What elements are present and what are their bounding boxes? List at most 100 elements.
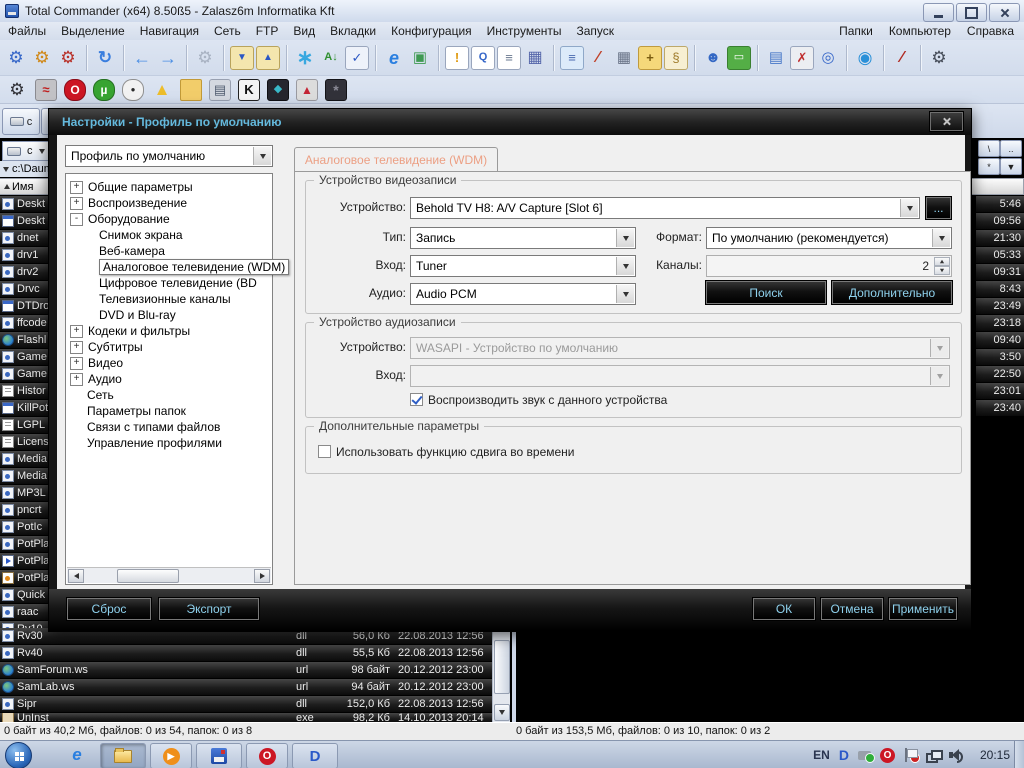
cd-burn-icon[interactable]: ◉ bbox=[853, 46, 877, 70]
file-row[interactable]: Flashl bbox=[0, 332, 48, 349]
spinner-up-arrow[interactable] bbox=[934, 257, 950, 266]
tree-item[interactable]: +Общие параметры bbox=[66, 179, 272, 195]
network-icon[interactable] bbox=[926, 750, 940, 761]
file-row[interactable]: 5:46 bbox=[976, 196, 1024, 213]
thumbnails-view-icon[interactable]: ▦ bbox=[523, 46, 547, 70]
config-gear-blue-icon[interactable]: ⚙ bbox=[4, 46, 28, 70]
file-row[interactable]: Deskt bbox=[0, 196, 48, 213]
file-row[interactable]: PotPla bbox=[0, 570, 48, 587]
opera-browser-icon[interactable]: O bbox=[64, 79, 86, 101]
video-device-combo[interactable]: Behold TV H8: A/V Capture [Slot 6] bbox=[410, 197, 920, 219]
tree-item[interactable]: Веб-камера bbox=[66, 243, 272, 259]
menu-item[interactable]: Справка bbox=[967, 24, 1014, 38]
dark-media-app-icon[interactable]: ◆ bbox=[267, 79, 289, 101]
doc-search-icon[interactable]: Q bbox=[471, 46, 495, 70]
file-row[interactable]: 8:43 bbox=[976, 281, 1024, 298]
timeshift-checkbox[interactable] bbox=[318, 445, 331, 458]
show-desktop-button[interactable] bbox=[1014, 741, 1024, 768]
right-nav-button[interactable]: \ bbox=[978, 140, 1000, 157]
internet-explorer-taskbar-button[interactable]: e bbox=[60, 743, 94, 767]
windows-photos-icon[interactable]: ▤ bbox=[764, 46, 788, 70]
file-row[interactable]: Deskt bbox=[0, 213, 48, 230]
tree-expand-icon[interactable]: + bbox=[70, 181, 83, 194]
unpack-files-icon[interactable]: ▲ bbox=[256, 46, 280, 70]
file-row[interactable]: 23:49 bbox=[976, 298, 1024, 315]
new-folder-icon[interactable]: + bbox=[638, 46, 662, 70]
tree-horizontal-scrollbar[interactable] bbox=[67, 567, 271, 583]
file-row[interactable]: Drvc bbox=[0, 281, 48, 298]
config-gear-orange-icon[interactable]: ⚙ bbox=[30, 46, 54, 70]
menu-item[interactable]: FTP bbox=[256, 24, 279, 38]
dialog-close-button[interactable] bbox=[930, 112, 963, 131]
tree-item[interactable]: +Субтитры bbox=[66, 339, 272, 355]
tree-item[interactable]: Сеть bbox=[66, 387, 272, 403]
cancel-button[interactable]: Отмена bbox=[821, 598, 883, 620]
minimize-button[interactable] bbox=[923, 3, 954, 22]
doc-compare-icon[interactable]: ≡ bbox=[497, 46, 521, 70]
tree-item[interactable]: +Аудио bbox=[66, 371, 272, 387]
action-center-flag-icon[interactable] bbox=[904, 748, 917, 762]
file-row[interactable]: LGPL bbox=[0, 417, 48, 434]
paint-icon[interactable]: ∕ bbox=[586, 46, 610, 70]
green-panel-icon[interactable]: ▭ bbox=[727, 46, 751, 70]
clipboard-check-icon[interactable]: ✓ bbox=[345, 46, 369, 70]
tree-item[interactable]: +Кодеки и фильтры bbox=[66, 323, 272, 339]
language-indicator[interactable]: EN bbox=[813, 748, 830, 762]
freeze-snowflake-icon[interactable]: ∗ bbox=[293, 46, 317, 70]
export-button[interactable]: Экспорт bbox=[159, 598, 259, 620]
file-row[interactable]: dnet bbox=[0, 230, 48, 247]
opera-taskbar-button[interactable]: O bbox=[246, 743, 288, 768]
file-row[interactable]: drv1 bbox=[0, 247, 48, 264]
menu-item[interactable]: Навигация bbox=[140, 24, 199, 38]
doc-warning-icon[interactable]: ! bbox=[445, 46, 469, 70]
tree-item[interactable]: Аналоговое телевидение (WDM) bbox=[66, 259, 272, 275]
opera-tray-icon[interactable]: O bbox=[880, 748, 895, 763]
tree-item[interactable]: Цифровое телевидение (BD bbox=[66, 275, 272, 291]
tree-item[interactable]: Телевизионные каналы bbox=[66, 291, 272, 307]
user-account-icon[interactable]: ☻ bbox=[701, 46, 725, 70]
file-row[interactable]: DTDro bbox=[0, 298, 48, 315]
menu-item[interactable]: Папки bbox=[839, 24, 873, 38]
file-row[interactable]: Licens bbox=[0, 434, 48, 451]
folder-tool-icon[interactable] bbox=[180, 79, 202, 101]
menu-item[interactable]: Вкладки bbox=[330, 24, 376, 38]
file-row[interactable]: PotPla bbox=[0, 536, 48, 553]
red-pencil-icon[interactable]: ∕ bbox=[890, 46, 914, 70]
device-more-button[interactable]: ... bbox=[926, 197, 951, 219]
tree-item[interactable]: -Оборудование bbox=[66, 211, 272, 227]
potplayer-tray-icon[interactable]: D bbox=[839, 747, 849, 763]
file-row[interactable]: Rv40dll55,5 Кб22.08.2013 12:56 bbox=[0, 645, 492, 662]
dark-hands-app-icon[interactable]: * bbox=[325, 79, 347, 101]
tree-item[interactable]: Связи с типами файлов bbox=[66, 419, 272, 435]
play-sound-checkbox[interactable] bbox=[410, 393, 423, 406]
menu-item[interactable]: Конфигурация bbox=[391, 24, 472, 38]
file-row[interactable]: 09:56 bbox=[976, 213, 1024, 230]
menu-item[interactable]: Запуск bbox=[577, 24, 615, 38]
remote-desktop-icon[interactable]: ▣ bbox=[408, 46, 432, 70]
file-row[interactable]: PotPla bbox=[0, 553, 48, 570]
file-row[interactable]: 23:18 bbox=[976, 315, 1024, 332]
usb-safely-remove-icon[interactable] bbox=[858, 751, 871, 760]
file-row[interactable]: Media bbox=[0, 451, 48, 468]
tree-item[interactable]: +Видео bbox=[66, 355, 272, 371]
file-row[interactable]: ffcode bbox=[0, 315, 48, 332]
file-row[interactable]: KillPot bbox=[0, 400, 48, 417]
kmplayer-icon[interactable]: K bbox=[238, 79, 260, 101]
profile-combo[interactable]: Профиль по умолчанию bbox=[65, 145, 273, 167]
menu-item[interactable]: Компьютер bbox=[889, 24, 951, 38]
potplayer-taskbar-button[interactable]: D bbox=[292, 743, 338, 768]
audio-combo[interactable]: Audio PCM bbox=[410, 283, 636, 305]
type-combo[interactable]: Запись bbox=[410, 227, 636, 249]
video-config-gear-icon[interactable]: ⚙ bbox=[6, 79, 28, 101]
nero-burning-icon[interactable]: ≈ bbox=[35, 79, 57, 101]
input-combo[interactable]: Tuner bbox=[410, 255, 636, 277]
sort-az-icon[interactable]: A↓ bbox=[319, 46, 343, 70]
script-icon[interactable]: § bbox=[664, 46, 688, 70]
file-row[interactable]: 22:50 bbox=[976, 366, 1024, 383]
menu-item[interactable]: Инструменты bbox=[487, 24, 562, 38]
maximize-button[interactable] bbox=[956, 3, 987, 22]
apply-button[interactable]: Применить bbox=[889, 598, 957, 620]
forward-arrow-icon[interactable]: → bbox=[156, 46, 180, 70]
gears-disabled-icon[interactable]: ⚙ bbox=[193, 46, 217, 70]
left-drive-combo[interactable]: c bbox=[2, 141, 52, 161]
